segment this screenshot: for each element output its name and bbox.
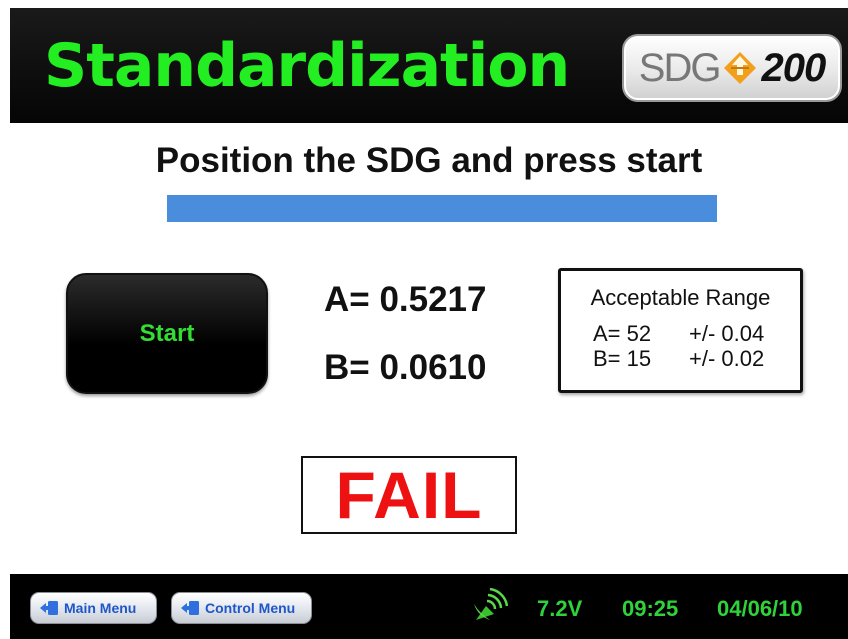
device-screen: Standardization SDG 200 Position the SDG… bbox=[10, 8, 848, 639]
exit-door-icon bbox=[181, 601, 199, 615]
main-menu-label: Main Menu bbox=[64, 600, 137, 616]
status-bar: Main Menu Control Menu 7.2V 09:25 04/06/… bbox=[10, 574, 848, 639]
exit-door-icon bbox=[40, 601, 58, 615]
reading-a-value: A= 0.5217 bbox=[324, 280, 487, 319]
range-row-a: A= 52 +/- 0.04 bbox=[593, 321, 764, 347]
clock-date: 04/06/10 bbox=[717, 596, 803, 621]
range-a-value: A= 52 bbox=[593, 321, 652, 346]
range-b-tolerance: +/- 0.02 bbox=[689, 346, 765, 371]
satellite-dish-icon bbox=[474, 587, 508, 620]
control-menu-label: Control Menu bbox=[205, 600, 296, 616]
page-title: Standardization bbox=[44, 31, 570, 101]
main-menu-button[interactable]: Main Menu bbox=[30, 592, 157, 624]
progress-bar bbox=[167, 195, 717, 222]
progress-fill bbox=[167, 195, 717, 222]
logo-prefix: SDG bbox=[638, 45, 722, 90]
result-box: FAIL bbox=[301, 456, 517, 534]
range-row-b: B= 15 +/- 0.02 bbox=[593, 346, 764, 372]
result-status: FAIL bbox=[335, 458, 483, 532]
reading-b-value: B= 0.0610 bbox=[324, 348, 487, 387]
instruction-text: Position the SDG and press start bbox=[155, 141, 703, 180]
start-button[interactable]: Start bbox=[66, 273, 268, 394]
range-a-tolerance: +/- 0.04 bbox=[689, 321, 765, 346]
range-b-value: B= 15 bbox=[593, 346, 652, 371]
header-bar: Standardization SDG 200 bbox=[10, 8, 848, 123]
arrow-diamond-icon bbox=[724, 52, 757, 84]
logo-number: 200 bbox=[761, 45, 826, 90]
sdg-200-logo: SDG 200 bbox=[622, 34, 842, 102]
range-title: Acceptable Range bbox=[590, 285, 771, 310]
acceptable-range-box: Acceptable Range A= 52 +/- 0.04 B= 15 +/- … bbox=[558, 268, 803, 393]
clock-time: 09:25 bbox=[622, 596, 679, 621]
control-menu-button[interactable]: Control Menu bbox=[171, 592, 312, 624]
battery-voltage: 7.2V bbox=[537, 596, 583, 621]
